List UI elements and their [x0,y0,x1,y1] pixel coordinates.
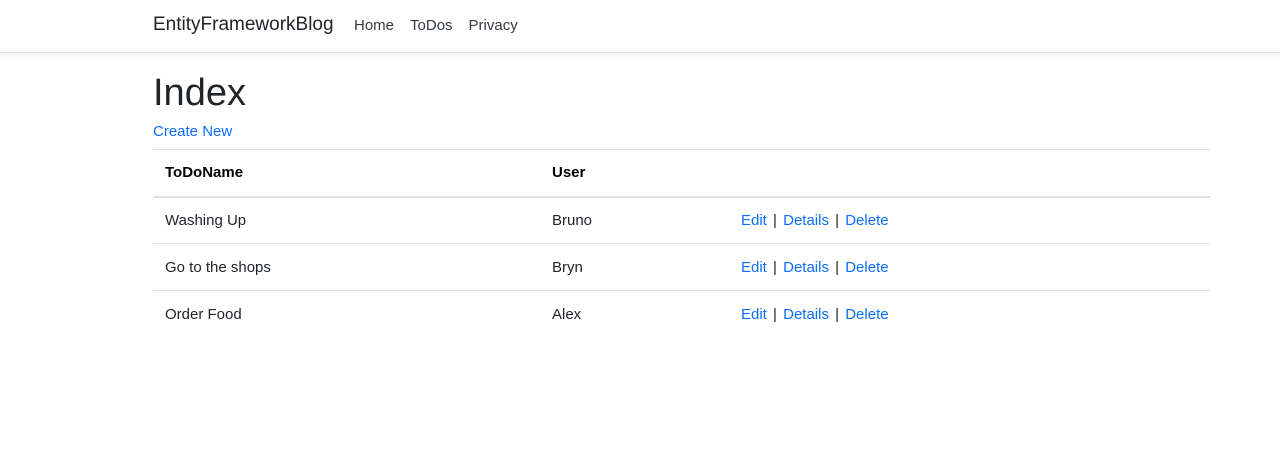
edit-link[interactable]: Edit [741,259,767,276]
table-body: Washing Up Bruno Edit | Details | Delete… [153,197,1210,338]
todo-name-cell: Order Food [165,305,242,323]
actions-cell: Edit | Details | Delete [729,291,1210,338]
action-separator: | [835,258,840,276]
user-cell: Bruno [552,211,593,229]
details-link[interactable]: Details [783,259,829,276]
todo-table: ToDoName User Washing Up Bruno Edit | De… [153,149,1210,338]
create-new-link[interactable]: Create New [153,123,232,140]
column-header-todoname: ToDoName [165,164,244,182]
actions-cell: Edit | Details | Delete [729,197,1210,244]
action-separator: | [835,305,840,323]
delete-link[interactable]: Delete [845,259,888,276]
nav-link-todos[interactable]: ToDos [410,17,453,34]
delete-link[interactable]: Delete [845,212,888,229]
navbar: EntityFrameworkBlog Home ToDos Privacy [0,0,1280,53]
user-cell: Bryn [552,258,583,276]
table-row: Order Food Alex Edit | Details | Delete [153,291,1210,338]
nav-links: Home ToDos Privacy [354,17,518,34]
table-header: ToDoName User [153,149,1210,197]
brand-link[interactable]: EntityFrameworkBlog [153,14,334,36]
user-cell: Alex [552,305,582,323]
action-separator: | [773,258,777,276]
column-header-actions [729,150,1210,197]
column-header-user: User [552,164,586,182]
delete-link[interactable]: Delete [845,306,888,323]
edit-link[interactable]: Edit [741,306,767,323]
page-title: Index [153,72,246,114]
todo-name-cell: Go to the shops [165,258,271,276]
details-link[interactable]: Details [783,212,829,229]
nav-link-privacy[interactable]: Privacy [469,17,518,34]
table-row: Washing Up Bruno Edit | Details | Delete [153,197,1210,244]
actions-cell: Edit | Details | Delete [729,244,1210,291]
nav-link-home[interactable]: Home [354,17,394,34]
todo-name-cell: Washing Up [165,211,247,229]
details-link[interactable]: Details [783,306,829,323]
table-header-row: ToDoName User [153,149,1210,197]
action-separator: | [773,305,777,323]
main-content: Index Create New ToDoName User Washing U… [153,70,1210,338]
table-row: Go to the shops Bryn Edit | Details | De… [153,244,1210,291]
action-separator: | [835,211,840,229]
edit-link[interactable]: Edit [741,212,767,229]
action-separator: | [773,211,777,229]
